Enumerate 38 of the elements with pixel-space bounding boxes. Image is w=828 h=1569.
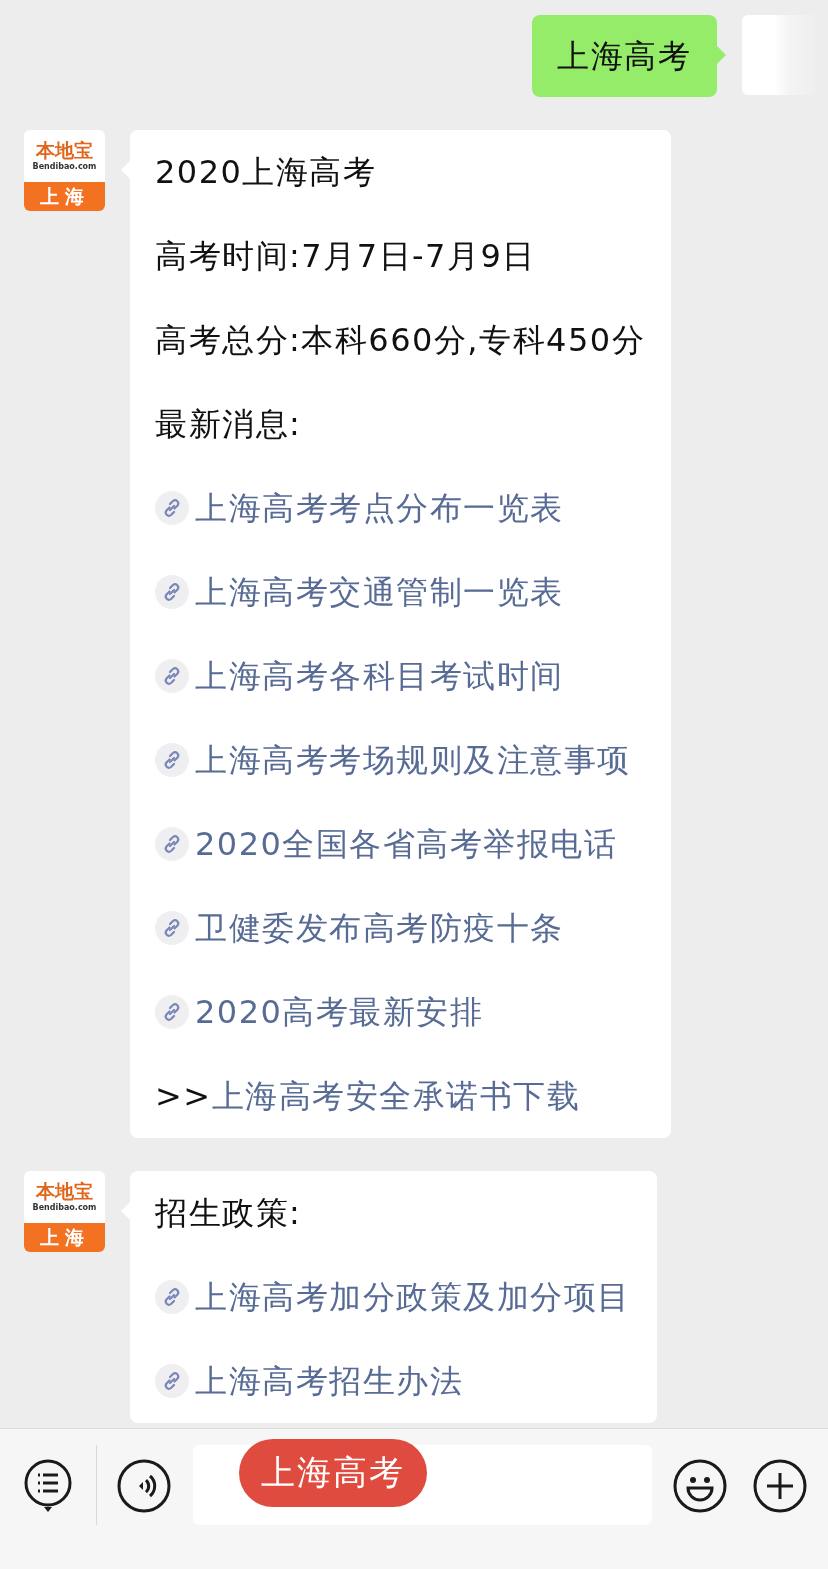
account-avatar[interactable]: 本地宝 Bendibao.com 上海 xyxy=(24,130,105,211)
article-link[interactable]: 上海高考考点分布一览表 xyxy=(195,466,564,550)
avatar-city: 上海 xyxy=(24,182,105,211)
link-icon xyxy=(155,827,189,861)
account-avatar[interactable]: 本地宝 Bendibao.com 上海 xyxy=(24,1171,105,1252)
avatar-city: 上海 xyxy=(24,1223,105,1252)
message-text: 高考总分:本科660分,专科450分 xyxy=(155,320,646,361)
article-link[interactable]: 2020全国各省高考举报电话 xyxy=(195,802,618,886)
message-text: 招生政策: xyxy=(155,1193,303,1234)
avatar-domain: Bendibao.com xyxy=(32,161,97,173)
arrow-prefix: >> xyxy=(155,1076,212,1117)
article-link[interactable]: 上海高考交通管制一览表 xyxy=(195,550,564,634)
link-icon xyxy=(155,575,189,609)
voice-icon[interactable] xyxy=(117,1459,171,1513)
emoji-icon[interactable] xyxy=(673,1459,727,1513)
link-icon xyxy=(155,995,189,1029)
link-icon xyxy=(155,491,189,525)
article-link[interactable]: 上海高考加分政策及加分项目 xyxy=(195,1255,631,1339)
avatar-brand: 本地宝 xyxy=(36,1180,93,1202)
article-link[interactable]: 上海高考安全承诺书下载 xyxy=(211,1054,581,1138)
article-link[interactable]: 上海高考招生办法 xyxy=(195,1339,463,1423)
link-icon xyxy=(155,743,189,777)
article-link[interactable]: 卫健委发布高考防疫十条 xyxy=(195,886,564,970)
plus-icon[interactable] xyxy=(753,1459,807,1513)
message-text: 最新消息: xyxy=(155,404,303,445)
link-icon xyxy=(155,1364,189,1398)
link-icon xyxy=(155,911,189,945)
keyword-tag: 上海高考 xyxy=(239,1439,427,1507)
message-text: 高考时间:7月7日-7月9日 xyxy=(155,236,537,277)
article-link[interactable]: 上海高考考场规则及注意事项 xyxy=(195,718,631,802)
link-icon xyxy=(155,1280,189,1314)
article-link[interactable]: 2020高考最新安排 xyxy=(195,970,484,1054)
avatar-domain: Bendibao.com xyxy=(32,1202,97,1214)
message-text: 2020上海高考 xyxy=(155,152,378,193)
avatar-brand: 本地宝 xyxy=(36,139,93,161)
article-link[interactable]: 上海高考各科目考试时间 xyxy=(195,634,564,718)
link-icon xyxy=(155,659,189,693)
message-text: 上海高考 xyxy=(557,36,691,77)
